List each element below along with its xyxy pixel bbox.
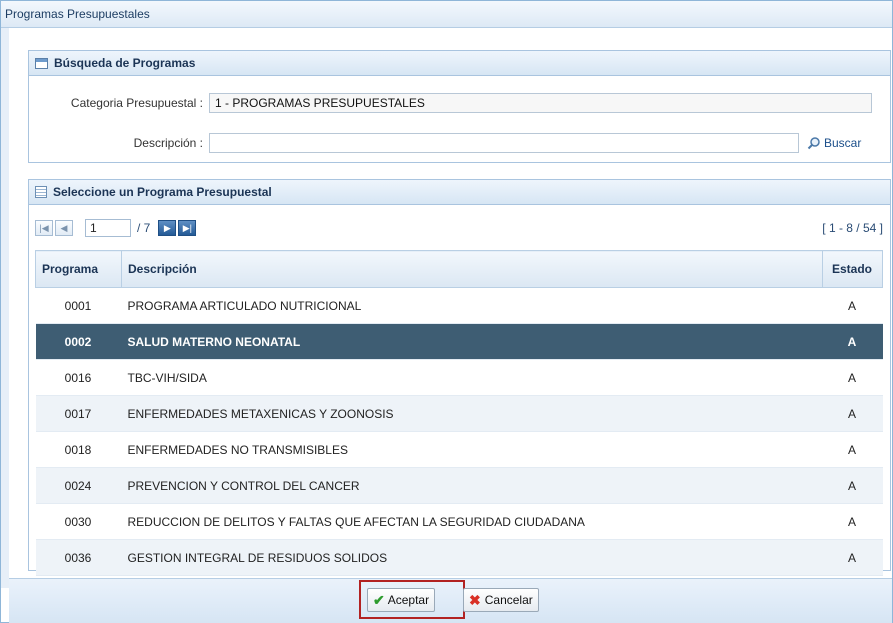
left-strip <box>1 28 9 588</box>
page-input[interactable]: 1 <box>85 219 131 237</box>
table-row[interactable]: 0018 ENFERMEDADES NO TRANSMISIBLES A <box>35 431 883 468</box>
cell-programa: 0036 <box>35 539 122 576</box>
categoria-field[interactable]: 1 - PROGRAMAS PRESUPUESTALES <box>209 93 872 113</box>
search-panel-title: Búsqueda de Programas <box>54 56 196 70</box>
cell-estado: A <box>822 539 883 576</box>
cell-descripcion: PREVENCION Y CONTROL DEL CANCER <box>121 467 823 504</box>
table-row[interactable]: 0024 PREVENCION Y CONTROL DEL CANCER A <box>35 467 883 504</box>
last-page-button[interactable]: ▶| <box>178 220 197 236</box>
categoria-row: Categoria Presupuestal : 1 - PROGRAMAS P… <box>29 93 872 113</box>
search-panel: Búsqueda de Programas Categoria Presupue… <box>28 50 891 163</box>
cell-estado: A <box>822 395 883 432</box>
cell-estado: A <box>822 431 883 468</box>
programs-table: Programa Descripción Estado 0001 PROGRAM… <box>35 250 883 576</box>
cell-programa: 0018 <box>35 431 122 468</box>
cancelar-button[interactable]: ✖ Cancelar <box>463 588 539 612</box>
cell-programa: 0024 <box>35 467 122 504</box>
first-page-icon: |◀ <box>39 222 49 233</box>
aceptar-button[interactable]: ✔ Aceptar <box>367 588 436 612</box>
prev-page-button[interactable]: ◀ <box>55 220 73 236</box>
cell-descripcion: TBC-VIH/SIDA <box>121 359 823 396</box>
table-row[interactable]: 0001 PROGRAMA ARTICULADO NUTRICIONAL A <box>35 287 883 324</box>
table-row[interactable]: 0036 GESTION INTEGRAL DE RESIDUOS SOLIDO… <box>35 539 883 576</box>
search-panel-header: Búsqueda de Programas <box>29 51 890 76</box>
dialog-title: Programas Presupuestales <box>1 1 892 28</box>
next-page-icon: ▶ <box>163 222 171 233</box>
cell-programa: 0002 <box>35 323 122 360</box>
descripcion-row: Descripción : Buscar <box>29 133 861 153</box>
cell-estado: A <box>822 323 883 360</box>
grid-icon <box>35 186 47 198</box>
programas-dialog: Programas Presupuestales Búsqueda de Pro… <box>0 0 893 623</box>
page-total: / 7 <box>137 221 151 235</box>
x-icon: ✖ <box>469 591 481 608</box>
grid-panel-title: Seleccione un Programa Presupuestal <box>53 185 272 199</box>
cell-estado: A <box>822 359 883 396</box>
cell-estado: A <box>822 503 883 540</box>
dialog-footer: ✔ Aceptar ✖ Cancelar <box>9 578 892 623</box>
cell-estado: A <box>822 287 883 324</box>
cell-descripcion: ENFERMEDADES METAXENICAS Y ZOONOSIS <box>121 395 823 432</box>
record-range: [ 1 - 8 / 54 ] <box>822 221 883 235</box>
cell-descripcion: REDUCCION DE DELITOS Y FALTAS QUE AFECTA… <box>121 503 823 540</box>
table-header-row: Programa Descripción Estado <box>35 250 883 288</box>
descripcion-input[interactable] <box>209 133 799 153</box>
cancelar-label: Cancelar <box>484 593 533 607</box>
prev-page-icon: ◀ <box>60 222 68 233</box>
table-row[interactable]: 0030 REDUCCION DE DELITOS Y FALTAS QUE A… <box>35 503 883 540</box>
col-programa[interactable]: Programa <box>35 250 122 288</box>
checkmark-icon: ✔ <box>373 591 385 608</box>
cell-programa: 0001 <box>35 287 122 324</box>
cell-descripcion: SALUD MATERNO NEONATAL <box>121 323 823 360</box>
col-estado[interactable]: Estado <box>822 250 883 288</box>
cell-programa: 0030 <box>35 503 122 540</box>
cell-estado: A <box>822 467 883 504</box>
last-page-icon: ▶| <box>182 222 192 233</box>
buscar-label: Buscar <box>824 136 862 150</box>
categoria-label: Categoria Presupuestal : <box>70 96 203 110</box>
cell-descripcion: PROGRAMA ARTICULADO NUTRICIONAL <box>121 287 823 324</box>
buscar-button[interactable]: Buscar <box>807 136 861 150</box>
pager: |◀ ◀ 1 / 7 ▶ ▶| [ 1 - 8 / 54 ] <box>35 216 883 240</box>
table-row-selected[interactable]: 0002 SALUD MATERNO NEONATAL A <box>35 323 883 360</box>
cell-descripcion: ENFERMEDADES NO TRANSMISIBLES <box>121 431 823 468</box>
grid-panel-header: Seleccione un Programa Presupuestal <box>29 180 890 205</box>
cell-programa: 0016 <box>35 359 122 396</box>
descripcion-label: Descripción : <box>133 136 203 150</box>
aceptar-label: Aceptar <box>387 593 430 607</box>
first-page-button[interactable]: |◀ <box>35 220 53 236</box>
col-descripcion[interactable]: Descripción <box>121 250 823 288</box>
grid-panel: Seleccione un Programa Presupuestal |◀ ◀… <box>28 179 891 576</box>
window-icon <box>35 57 48 69</box>
cell-descripcion: GESTION INTEGRAL DE RESIDUOS SOLIDOS <box>121 539 823 576</box>
table-row[interactable]: 0016 TBC-VIH/SIDA A <box>35 359 883 396</box>
cell-programa: 0017 <box>35 395 122 432</box>
magnifier-icon <box>807 137 820 150</box>
table-row[interactable]: 0017 ENFERMEDADES METAXENICAS Y ZOONOSIS… <box>35 395 883 432</box>
next-page-button[interactable]: ▶ <box>158 220 177 236</box>
